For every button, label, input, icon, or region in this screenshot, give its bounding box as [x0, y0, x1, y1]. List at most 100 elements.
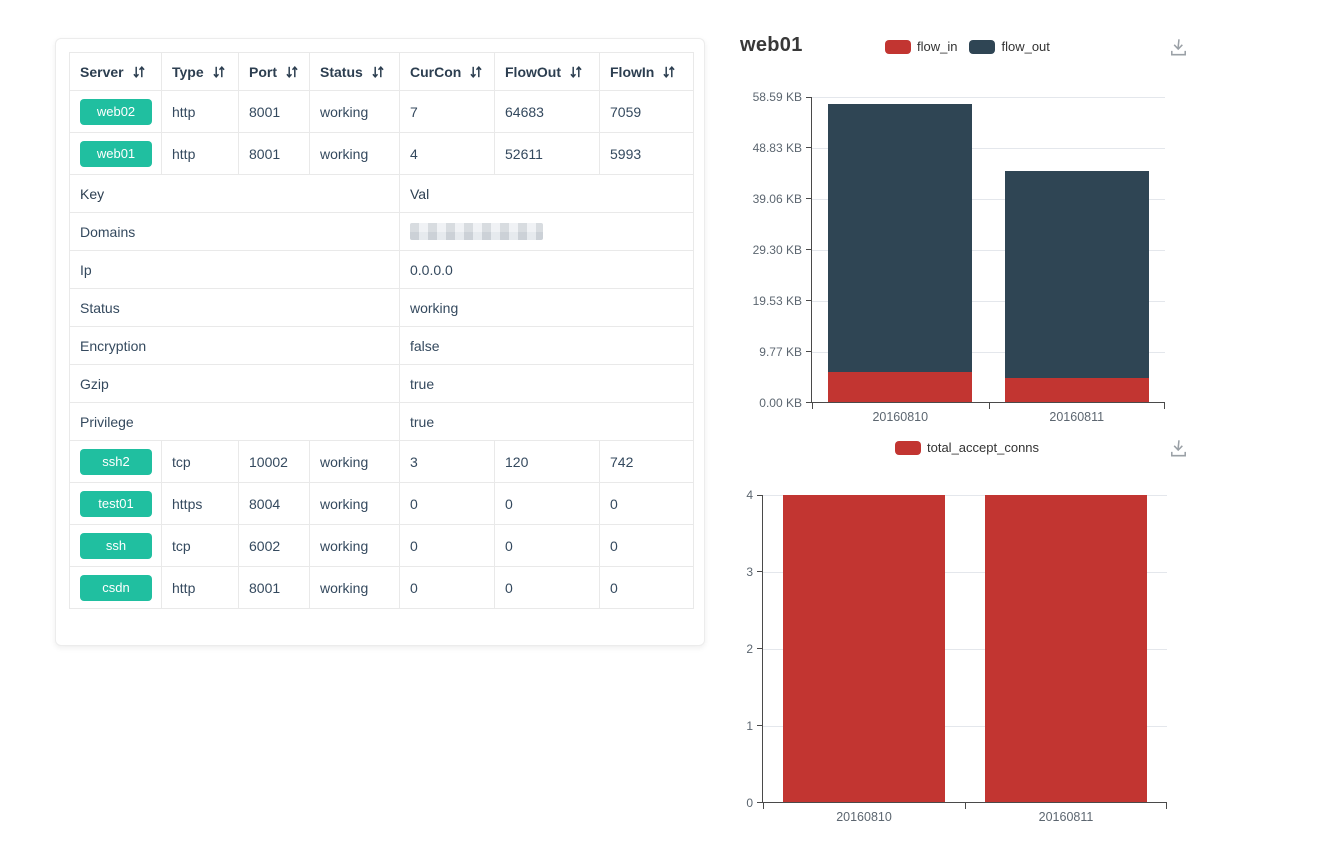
cell-status: working [310, 441, 400, 483]
cell-flowout: 52611 [495, 133, 600, 175]
server-button-ssh[interactable]: ssh [80, 533, 152, 559]
bar-flow_in-20160810 [828, 372, 972, 403]
y-axis-label: 58.59 KB [753, 90, 802, 104]
masked-domain-value [410, 223, 543, 240]
cell-port: 8004 [239, 483, 310, 525]
cell-flowout: 0 [495, 525, 600, 567]
column-header-inner: CurCon [410, 64, 483, 80]
server-table-card: ServerTypePortStatusCurConFlowOutFlowIn … [55, 38, 705, 646]
legend-swatch [895, 441, 921, 455]
x-axis-label: 20160810 [872, 410, 928, 424]
bar-total_accept_conns-20160810 [783, 495, 945, 803]
x-axis-tick [989, 403, 990, 409]
detail-value: true [400, 365, 694, 403]
cell-type: tcp [162, 441, 239, 483]
server-button-web01[interactable]: web01 [80, 141, 152, 167]
x-axis-tick [1166, 803, 1167, 809]
column-header-port[interactable]: Port [239, 53, 310, 91]
detail-row-privilege: Privilegetrue [70, 403, 694, 441]
column-label: Server [80, 64, 124, 80]
server-button-csdn[interactable]: csdn [80, 575, 152, 601]
y-axis-tick [806, 97, 812, 98]
bar-total_accept_conns-20160811 [985, 495, 1147, 803]
sort-icon [469, 65, 483, 79]
cell-server: csdn [70, 567, 162, 609]
cell-type: https [162, 483, 239, 525]
cell-status: working [310, 525, 400, 567]
sort-icon [212, 65, 226, 79]
detail-key: Domains [70, 213, 400, 251]
server-button-ssh2[interactable]: ssh2 [80, 449, 152, 475]
chart-title: web01 [740, 34, 803, 57]
detail-value: 0.0.0.0 [400, 251, 694, 289]
y-axis-tick [806, 147, 812, 148]
y-axis-tick [806, 198, 812, 199]
x-axis-label: 20160811 [1039, 810, 1094, 824]
column-label: CurCon [410, 64, 461, 80]
legend-item-flow_in[interactable]: flow_in [885, 39, 957, 54]
y-axis-label: 4 [746, 488, 753, 502]
server-row-ssh2: ssh2tcp10002working3120742 [70, 441, 694, 483]
server-row-csdn: csdnhttp8001working000 [70, 567, 694, 609]
bar-flow_out-20160811 [1005, 171, 1149, 378]
server-button-test01[interactable]: test01 [80, 491, 152, 517]
y-axis-tick [757, 571, 763, 572]
legend-item-total_accept_conns[interactable]: total_accept_conns [895, 440, 1039, 455]
server-detail-section: KeyValDomainsIp0.0.0.0StatusworkingEncry… [70, 175, 694, 441]
server-button-web02[interactable]: web02 [80, 99, 152, 125]
grid-line [812, 97, 1165, 98]
cell-flowin: 5993 [600, 133, 694, 175]
download-icon[interactable] [1167, 36, 1191, 60]
server-rows-top: web02http8001working7646837059web01http8… [70, 91, 694, 175]
y-axis-label: 39.06 KB [753, 192, 802, 206]
column-header-status[interactable]: Status [310, 53, 400, 91]
y-axis-tick [806, 300, 812, 301]
y-axis-label: 1 [746, 719, 753, 733]
cell-server: web01 [70, 133, 162, 175]
charts-panel: web01 flow_inflow_out 20160810201608110.… [720, 0, 1339, 860]
column-header-type[interactable]: Type [162, 53, 239, 91]
dashboard-page: ServerTypePortStatusCurConFlowOutFlowIn … [0, 0, 1339, 860]
detail-row-domains: Domains [70, 213, 694, 251]
y-axis-label: 48.83 KB [753, 141, 802, 155]
legend-item-flow_out[interactable]: flow_out [969, 39, 1049, 54]
cell-port: 8001 [239, 567, 310, 609]
detail-row-ip: Ip0.0.0.0 [70, 251, 694, 289]
y-axis-label: 9.77 KB [759, 345, 802, 359]
cell-server: ssh2 [70, 441, 162, 483]
cell-flowout: 0 [495, 483, 600, 525]
detail-key: Gzip [70, 365, 400, 403]
x-axis-tick [763, 803, 764, 809]
bar-flow_in-20160811 [1005, 378, 1149, 403]
cell-curcon: 0 [400, 567, 495, 609]
cell-port: 8001 [239, 91, 310, 133]
cell-curcon: 4 [400, 133, 495, 175]
sort-icon [371, 65, 385, 79]
cell-type: http [162, 567, 239, 609]
server-table: ServerTypePortStatusCurConFlowOutFlowIn … [69, 52, 694, 609]
cell-status: working [310, 133, 400, 175]
download-icon[interactable] [1167, 437, 1191, 461]
legend-label: flow_out [1001, 39, 1049, 54]
column-header-curcon[interactable]: CurCon [400, 53, 495, 91]
legend-label: total_accept_conns [927, 440, 1039, 455]
detail-row-gzip: Gziptrue [70, 365, 694, 403]
cell-curcon: 3 [400, 441, 495, 483]
column-label: Status [320, 64, 363, 80]
column-header-flowin[interactable]: FlowIn [600, 53, 694, 91]
x-axis-tick [965, 803, 966, 809]
y-axis-label: 0 [746, 796, 753, 810]
cell-curcon: 7 [400, 91, 495, 133]
cell-port: 10002 [239, 441, 310, 483]
y-axis-tick [806, 351, 812, 352]
column-header-flowout[interactable]: FlowOut [495, 53, 600, 91]
y-axis-label: 19.53 KB [753, 294, 802, 308]
cell-server: ssh [70, 525, 162, 567]
cell-flowout: 64683 [495, 91, 600, 133]
detail-value: true [400, 403, 694, 441]
server-table-header: Server TypePort Status CurCon FlowOutFlowIn [70, 53, 694, 91]
cell-status: working [310, 91, 400, 133]
column-header-server[interactable]: Server [70, 53, 162, 91]
x-axis-label: 20160810 [836, 810, 892, 824]
detail-row-encryption: Encryptionfalse [70, 327, 694, 365]
